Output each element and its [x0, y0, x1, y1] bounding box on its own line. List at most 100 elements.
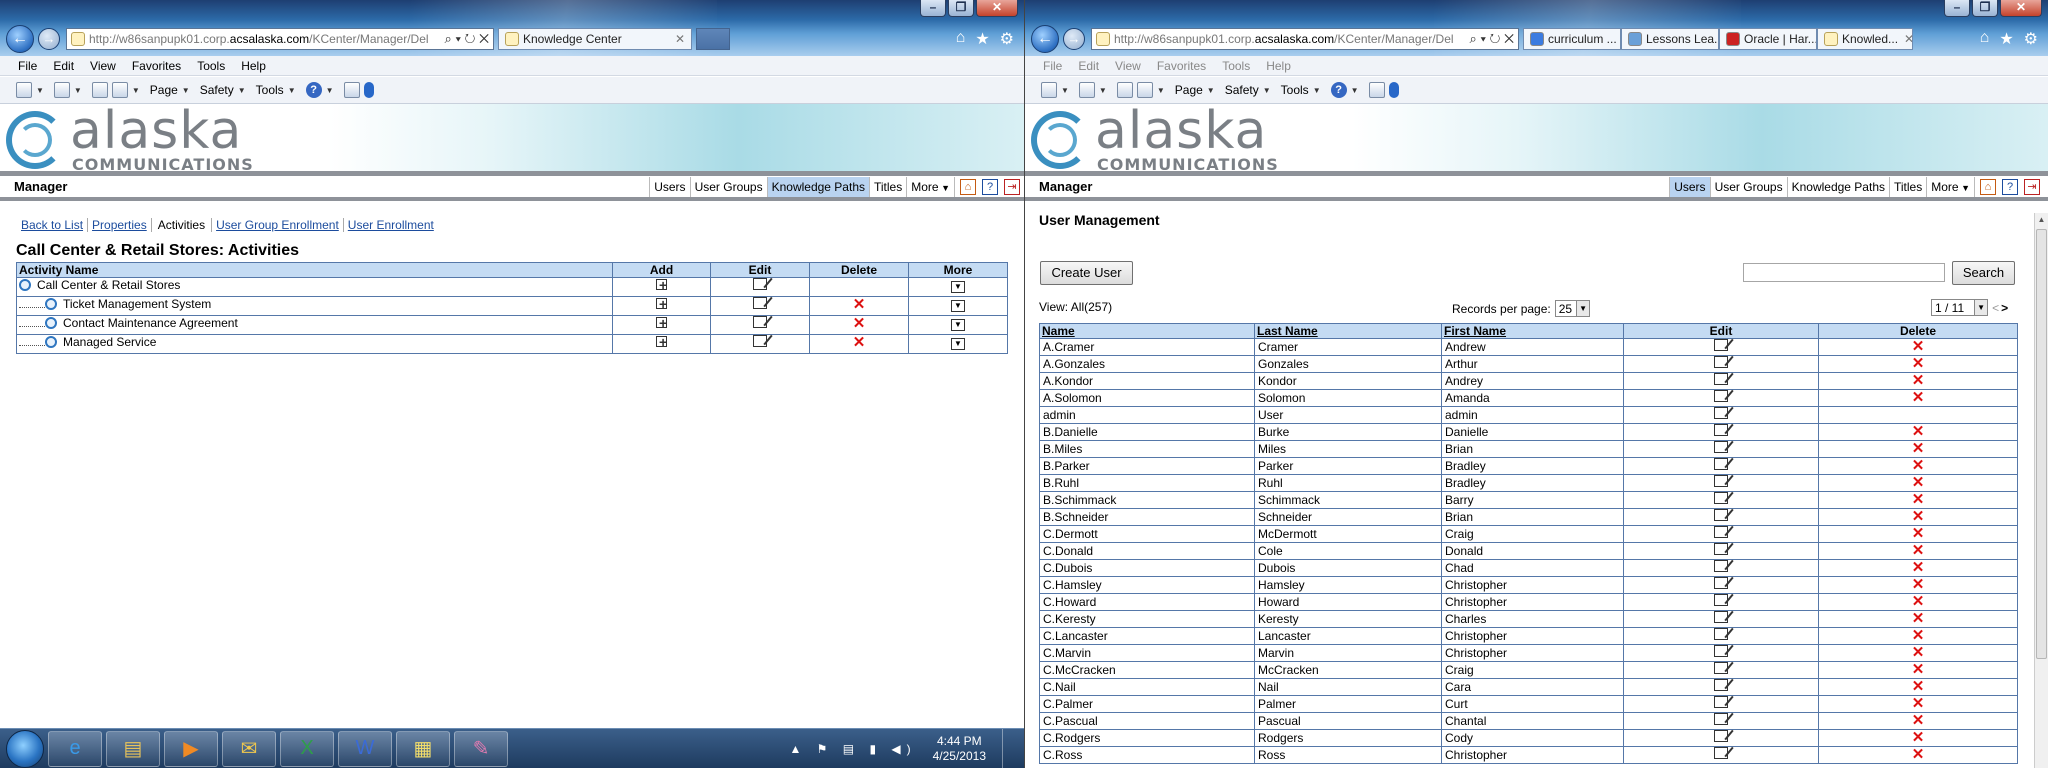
nav-users[interactable]: Users: [649, 176, 691, 197]
help-icon[interactable]: ?: [1330, 82, 1347, 98]
back-to-list-link[interactable]: Back to List: [18, 218, 89, 232]
delete-icon[interactable]: ✕: [1912, 627, 1925, 644]
more-dropdown-icon[interactable]: ▼: [951, 319, 965, 331]
research-icon[interactable]: [343, 82, 360, 98]
delete-icon[interactable]: ✕: [1912, 389, 1925, 406]
favorites-star-icon[interactable]: ★: [975, 29, 989, 49]
more-dropdown-icon[interactable]: ▼: [951, 338, 965, 350]
delete-icon[interactable]: ✕: [1912, 746, 1925, 763]
edit-icon[interactable]: [1714, 356, 1728, 368]
delete-icon[interactable]: ✕: [1912, 508, 1925, 525]
tools-dropdown-icon[interactable]: ▼: [288, 86, 296, 95]
delete-icon[interactable]: ✕: [853, 334, 866, 351]
delete-icon[interactable]: ✕: [853, 315, 866, 332]
edit-icon[interactable]: [1714, 679, 1728, 691]
safety-menu[interactable]: Safety: [1225, 83, 1259, 97]
edit-icon[interactable]: [1714, 645, 1728, 657]
delete-icon[interactable]: ✕: [1912, 474, 1925, 491]
logout-icon[interactable]: ⇥: [2024, 178, 2040, 195]
page-menu[interactable]: Page: [1175, 83, 1203, 97]
edit-icon[interactable]: [1714, 407, 1728, 419]
menu-help[interactable]: Help: [1266, 59, 1291, 73]
edit-icon[interactable]: [753, 278, 767, 290]
delete-icon[interactable]: ✕: [1912, 576, 1925, 593]
clock[interactable]: 4:44 PM 4/25/2013: [933, 734, 986, 764]
edit-icon[interactable]: [1714, 594, 1728, 606]
edit-icon[interactable]: [1714, 441, 1728, 453]
col-last-name[interactable]: Last Name: [1254, 323, 1442, 339]
delete-icon[interactable]: ✕: [1912, 338, 1925, 355]
bluetooth-icon[interactable]: [363, 82, 374, 98]
help-icon[interactable]: ?: [982, 178, 998, 195]
tab-lessons[interactable]: Lessons Lea...: [1621, 28, 1719, 50]
forward-button[interactable]: →: [1063, 28, 1085, 50]
minimize-button[interactable]: –: [1944, 0, 1970, 17]
edit-icon[interactable]: [1714, 662, 1728, 674]
help-dropdown-icon[interactable]: ▼: [1351, 86, 1359, 95]
print-icon[interactable]: [1136, 82, 1153, 98]
internet-explorer-icon[interactable]: e: [48, 730, 102, 767]
logout-icon[interactable]: ⇥: [1004, 178, 1020, 195]
delete-icon[interactable]: ✕: [1912, 593, 1925, 610]
nav-titles[interactable]: Titles: [869, 176, 908, 197]
safety-menu[interactable]: Safety: [200, 83, 234, 97]
nav-titles[interactable]: Titles: [1889, 176, 1928, 197]
show-desktop-button[interactable]: [1002, 728, 1014, 768]
edit-icon[interactable]: [1714, 458, 1728, 470]
more-dropdown-icon[interactable]: ▼: [951, 281, 965, 293]
menu-view[interactable]: View: [1115, 59, 1141, 73]
scroll-thumb[interactable]: [2036, 229, 2047, 659]
home-dropdown-icon[interactable]: ▼: [36, 86, 44, 95]
menu-favorites[interactable]: Favorites: [132, 59, 181, 73]
back-button[interactable]: ←: [6, 25, 34, 53]
home-icon[interactable]: ⌂: [1980, 29, 1990, 49]
nav-knowledge-paths[interactable]: Knowledge Paths: [766, 176, 870, 197]
favorites-star-icon[interactable]: ★: [1999, 29, 2013, 49]
close-tab-icon[interactable]: ✕: [1898, 32, 1912, 46]
delete-icon[interactable]: ✕: [853, 296, 866, 313]
start-button[interactable]: [6, 729, 44, 768]
edit-icon[interactable]: [1714, 560, 1728, 572]
close-tab-icon[interactable]: ✕: [669, 32, 685, 46]
sort-name-link[interactable]: Name: [1042, 324, 1075, 338]
menu-tools[interactable]: Tools: [197, 59, 225, 73]
help-icon[interactable]: ?: [2002, 178, 2018, 195]
excel-icon[interactable]: X: [280, 730, 334, 767]
edit-icon[interactable]: [1714, 577, 1728, 589]
tools-menu[interactable]: Tools: [256, 83, 284, 97]
home-dropdown-icon[interactable]: ▼: [1061, 86, 1069, 95]
sticky-notes-icon[interactable]: ▦: [396, 730, 450, 767]
home-icon[interactable]: ⌂: [956, 29, 966, 49]
forward-button[interactable]: →: [38, 28, 60, 50]
activity-name[interactable]: Contact Maintenance Agreement: [63, 316, 238, 330]
edit-icon[interactable]: [1714, 696, 1728, 708]
back-button[interactable]: ←: [1031, 25, 1059, 53]
user-enrollment-link[interactable]: User Enrollment: [344, 218, 438, 232]
scroll-up-icon[interactable]: ▲: [2035, 213, 2048, 227]
more-dropdown-icon[interactable]: ▼: [951, 300, 965, 312]
sort-last-name-link[interactable]: Last Name: [1257, 324, 1318, 338]
user-group-enrollment-link[interactable]: User Group Enrollment: [212, 218, 344, 232]
delete-icon[interactable]: ✕: [1912, 559, 1925, 576]
delete-icon[interactable]: ✕: [1912, 440, 1925, 457]
properties-link[interactable]: Properties: [88, 218, 152, 232]
add-icon[interactable]: [655, 278, 668, 292]
file-explorer-icon[interactable]: ▤: [106, 730, 160, 767]
address-search-icon[interactable]: ⌕ ▾ ↻ ✕: [441, 31, 493, 47]
address-bar[interactable]: http://w86sanpupk01.corp. acsalaska.com/K…: [66, 28, 494, 50]
close-window-button[interactable]: ✕: [2000, 0, 2042, 17]
menu-favorites[interactable]: Favorites: [1157, 59, 1206, 73]
mail-icon[interactable]: [91, 82, 108, 98]
nav-users[interactable]: Users: [1669, 176, 1711, 197]
edit-icon[interactable]: [1714, 492, 1728, 504]
edit-icon[interactable]: [1714, 373, 1728, 385]
activity-name[interactable]: Call Center & Retail Stores: [37, 278, 180, 292]
previous-page-link[interactable]: <: [1992, 301, 1999, 315]
tools-menu[interactable]: Tools: [1281, 83, 1309, 97]
help-icon[interactable]: ?: [305, 82, 322, 98]
edit-icon[interactable]: [1714, 713, 1728, 725]
edit-icon[interactable]: [1714, 390, 1728, 402]
safety-dropdown-icon[interactable]: ▼: [238, 86, 246, 95]
delete-icon[interactable]: ✕: [1912, 712, 1925, 729]
tray-icons[interactable]: ▲ ⚑ ▤ ▮ ◀): [789, 742, 916, 756]
